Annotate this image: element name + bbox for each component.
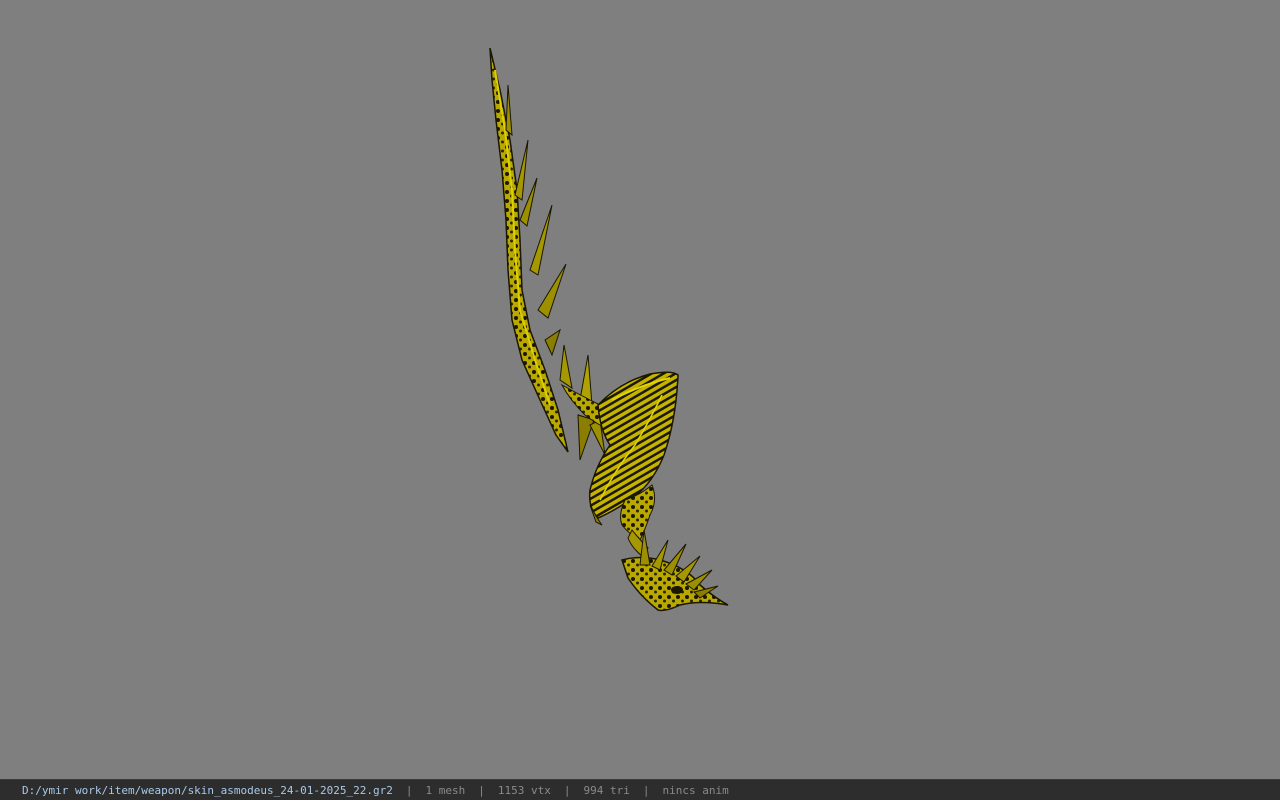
spike-5 [537,263,567,319]
separator: | [563,783,571,797]
mesh-count: 1 mesh [425,783,466,797]
3d-viewport[interactable] [0,0,1280,779]
spike-4 [529,204,553,276]
file-path: D:/ymir work/item/weapon/skin_asmodeus_2… [22,783,393,797]
spike-mid-3 [577,414,595,461]
separator: | [405,783,413,797]
spike-6 [544,328,561,357]
separator: | [478,783,485,797]
status-bar: D:/ymir work/item/weapon/skin_asmodeus_2… [0,779,1280,800]
triangle-count: 994 tri [583,783,630,797]
spike-1 [505,84,513,137]
spike-mid-1 [559,344,573,390]
animation-status: nincs anim [662,783,729,797]
spike-2 [514,139,529,201]
separator: | [642,783,650,797]
weapon-model[interactable] [0,0,1280,779]
vertex-count: 1153 vtx [497,783,551,797]
